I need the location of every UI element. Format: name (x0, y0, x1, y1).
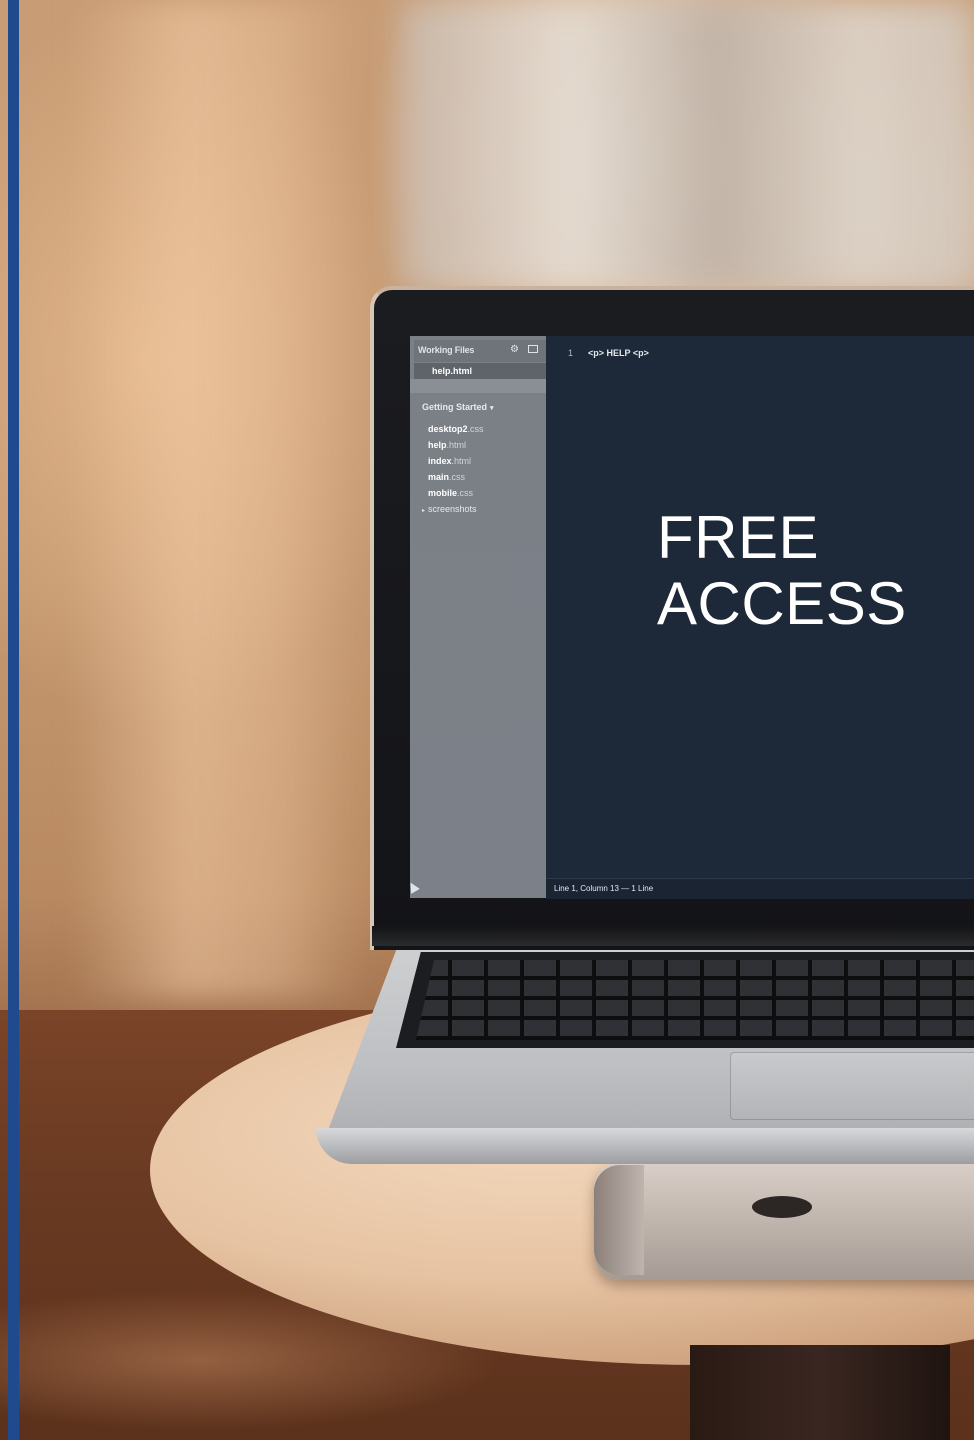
smartphone (594, 1162, 974, 1280)
status-text: Line 1, Column 13 — 1 Line (554, 884, 654, 893)
laptop-trackpad (730, 1052, 974, 1120)
active-file-label: help.html (432, 366, 472, 376)
file-item: mobile.css (428, 488, 474, 498)
blurred-window (400, 0, 974, 290)
file-item: help.html (428, 440, 467, 450)
project-group-label: Getting Started ▾ (422, 402, 494, 412)
keyboard-keys (416, 960, 974, 1040)
blurred-column (70, 0, 370, 1000)
file-item: desktop2.css (428, 424, 484, 434)
laptop-front-edge (316, 1128, 974, 1164)
file-item: index.html (428, 456, 472, 466)
folder-item: ▸ screenshots (422, 504, 477, 514)
headline: FREE ACCESS (657, 504, 907, 637)
laptop-hinge (372, 926, 974, 946)
file-item: main.css (428, 472, 466, 482)
table-leg (690, 1345, 950, 1440)
accent-bar (8, 0, 19, 1440)
smartphone-camera (752, 1196, 812, 1218)
file-sidebar: Working Files ⚙ help.html Getting Starte… (406, 336, 546, 898)
line-number: 1 (568, 348, 574, 358)
smartphone-edge (594, 1165, 644, 1275)
gear-icon: ⚙ (510, 344, 519, 355)
caret-down-icon: ▾ (490, 405, 494, 412)
caret-right-icon: ▸ (422, 508, 426, 514)
split-view-icon (528, 345, 538, 353)
sidebar-separator (410, 379, 546, 393)
working-files-title: Working Files (418, 345, 475, 355)
photo-scene: Working Files ⚙ help.html Getting Starte… (0, 0, 974, 1440)
code-line: <p> HELP <p> (588, 348, 649, 358)
